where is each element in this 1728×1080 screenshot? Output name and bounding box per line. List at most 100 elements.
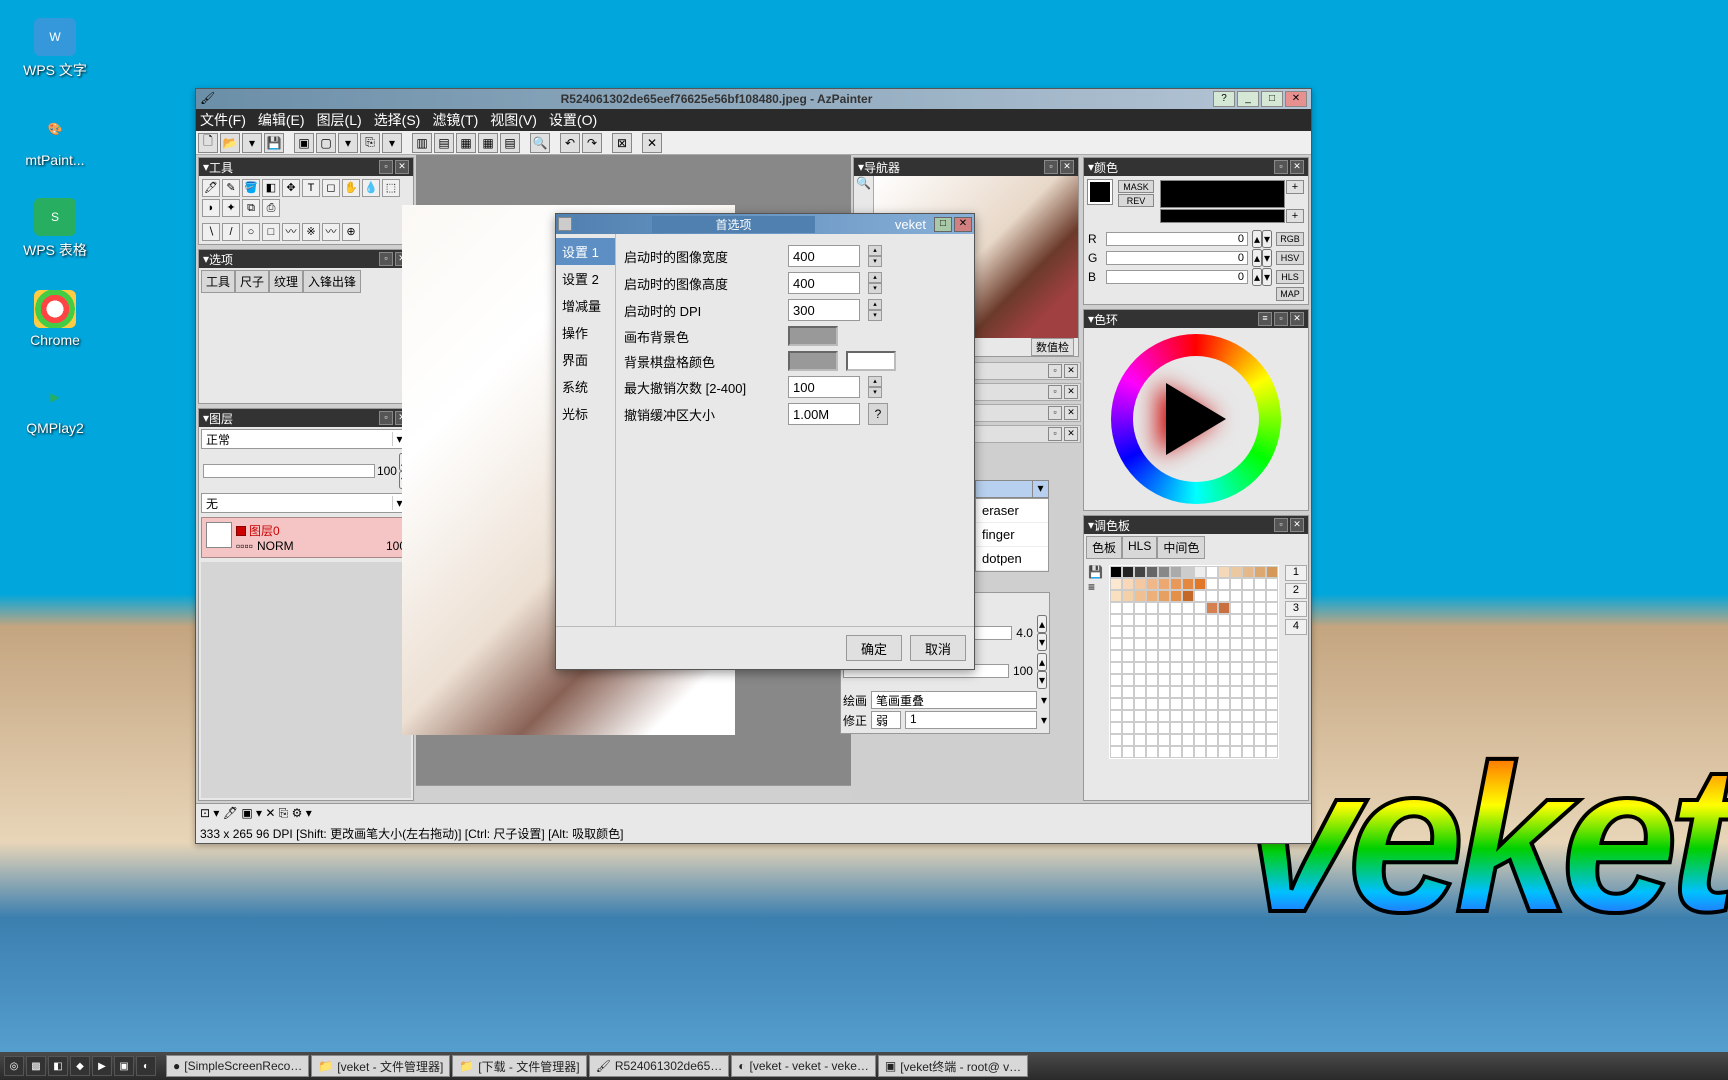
- undo-icon[interactable]: ↶: [560, 133, 580, 153]
- pref-tab-ui[interactable]: 界面: [556, 346, 615, 373]
- menu-view[interactable]: 视图(V): [490, 110, 537, 130]
- tray-chrome-icon[interactable]: ◐: [136, 1056, 156, 1076]
- panel-close[interactable]: ✕: [1064, 406, 1078, 420]
- tool-stamp[interactable]: ⎙: [262, 199, 280, 217]
- rgb-mode[interactable]: RGB: [1276, 232, 1304, 246]
- ok-button[interactable]: 确定: [846, 635, 902, 661]
- menu-file[interactable]: 文件(F): [200, 110, 246, 130]
- tool-pen[interactable]: ✎: [222, 179, 240, 197]
- panel-close[interactable]: ✕: [1064, 364, 1078, 378]
- dialog-titlebar[interactable]: 首选项 veket □ ✕: [556, 214, 974, 234]
- g-slider[interactable]: 0: [1106, 251, 1248, 265]
- panel-close[interactable]: ✕: [395, 160, 409, 174]
- scrollbar-h[interactable]: [416, 785, 851, 803]
- tool-move[interactable]: ✥: [282, 179, 300, 197]
- titlebar[interactable]: 🖌 R524061302de65eef76625e56bf108480.jpeg…: [196, 89, 1311, 109]
- palette-swatches[interactable]: [1109, 565, 1279, 759]
- task-azpainter[interactable]: 🖌R524061302de65…: [589, 1055, 730, 1077]
- panel-btn[interactable]: ▫: [379, 160, 393, 174]
- brush-finger[interactable]: finger: [976, 523, 1048, 547]
- grid-icon[interactable]: ▦: [478, 133, 498, 153]
- panel-btn[interactable]: ≡: [1258, 312, 1272, 326]
- input-undo[interactable]: [788, 376, 860, 398]
- mask-button[interactable]: MASK: [1118, 180, 1154, 193]
- input-height[interactable]: [788, 272, 860, 294]
- panel5-icon[interactable]: ▤: [500, 133, 520, 153]
- draw-mode-select[interactable]: 笔画重叠: [871, 691, 1037, 709]
- panel1-icon[interactable]: ▥: [412, 133, 432, 153]
- sv-triangle[interactable]: [1166, 383, 1226, 455]
- tool-wand[interactable]: ✦: [222, 199, 240, 217]
- tool-b-icon[interactable]: ▢: [316, 133, 336, 153]
- panel-close[interactable]: ✕: [1064, 427, 1078, 441]
- r-slider[interactable]: 0: [1106, 232, 1248, 246]
- tool-brush[interactable]: 🖊: [202, 179, 220, 197]
- spin-up[interactable]: ▴: [868, 245, 882, 256]
- tab-swatch[interactable]: 色板: [1086, 536, 1122, 559]
- tool-fill[interactable]: 🪣: [242, 179, 260, 197]
- panel-btn[interactable]: ▫: [1274, 518, 1288, 532]
- panel-close[interactable]: ✕: [1064, 385, 1078, 399]
- checker-color1-button[interactable]: [788, 351, 838, 371]
- zoom-icon[interactable]: 🔍: [530, 133, 550, 153]
- rev-button[interactable]: REV: [1118, 194, 1154, 207]
- cancel-icon[interactable]: ✕: [642, 133, 662, 153]
- layer-blend-mode[interactable]: 正常▾: [201, 429, 411, 449]
- b-slider[interactable]: 0: [1106, 270, 1248, 284]
- menu-layer[interactable]: 图层(L): [317, 110, 362, 130]
- pref-tab-cursor[interactable]: 光标: [556, 400, 615, 427]
- panel-close[interactable]: ✕: [1290, 518, 1304, 532]
- task-terminal[interactable]: ▣[veket终端 - root@ v…: [878, 1055, 1028, 1077]
- panel-btn[interactable]: ▫: [379, 252, 393, 266]
- layer-item-0[interactable]: 图层0 ▫▫▫▫NORM100: [201, 517, 411, 558]
- menu-select[interactable]: 选择(S): [374, 110, 421, 130]
- input-dpi[interactable]: [788, 299, 860, 321]
- tab-hls[interactable]: HLS: [1122, 536, 1157, 559]
- open-icon[interactable]: 📂: [220, 133, 240, 153]
- desktop-icon-wps-spreadsheet[interactable]: S WPS 表格: [18, 198, 92, 260]
- foreground-color-swatch[interactable]: [1088, 180, 1112, 204]
- save-icon[interactable]: 💾: [264, 133, 284, 153]
- task-screenrec[interactable]: ●[SimpleScreenReco…: [166, 1055, 309, 1077]
- dropdown2-icon[interactable]: ▾: [338, 133, 358, 153]
- panel2-icon[interactable]: ▤: [434, 133, 454, 153]
- tool-crop[interactable]: ⧉: [242, 199, 260, 217]
- save-palette-icon[interactable]: 💾: [1088, 565, 1103, 579]
- subtool-5[interactable]: 〰: [282, 223, 300, 241]
- panel-btn[interactable]: ▫: [1048, 427, 1062, 441]
- desktop-icon-mtpaint[interactable]: 🎨 mtPaint...: [18, 110, 92, 168]
- hls-mode[interactable]: HLS: [1276, 270, 1304, 284]
- redo-icon[interactable]: ↷: [582, 133, 602, 153]
- minimize-button[interactable]: _: [1237, 91, 1259, 107]
- subtool-3[interactable]: ○: [242, 223, 260, 241]
- task-filemgr1[interactable]: 📁[veket - 文件管理器]: [311, 1055, 450, 1077]
- spin-down[interactable]: ▾: [868, 256, 882, 267]
- panel-btn[interactable]: ▫: [379, 411, 393, 425]
- menu-filter[interactable]: 滤镜(T): [432, 110, 478, 130]
- fix-value-select[interactable]: 1: [905, 711, 1037, 729]
- brush-dropdown[interactable]: ▾: [975, 480, 1049, 498]
- panel3-icon[interactable]: ▦: [456, 133, 476, 153]
- tray-icon-3[interactable]: ◆: [70, 1056, 90, 1076]
- subtool-6[interactable]: ※: [302, 223, 320, 241]
- panel-btn[interactable]: ▫: [1274, 160, 1288, 174]
- panel-btn[interactable]: ▫: [1048, 385, 1062, 399]
- tab-ruler[interactable]: 尺子: [235, 270, 269, 293]
- dialog-close[interactable]: ✕: [954, 217, 972, 232]
- panel-close[interactable]: ✕: [1290, 160, 1304, 174]
- input-width[interactable]: [788, 245, 860, 267]
- checker-color2-button[interactable]: [846, 351, 896, 371]
- tab-mid[interactable]: 中间色: [1157, 536, 1205, 559]
- add-icon[interactable]: +: [1286, 209, 1304, 223]
- tool-text[interactable]: T: [302, 179, 320, 197]
- tray-icon-4[interactable]: ▶: [92, 1056, 112, 1076]
- tab-taper[interactable]: 入锋出锋: [303, 270, 361, 293]
- deselect-icon[interactable]: ⊠: [612, 133, 632, 153]
- subtool-8[interactable]: ⊕: [342, 223, 360, 241]
- brush-dotpen[interactable]: dotpen: [976, 547, 1048, 571]
- panel-btn[interactable]: ▫: [1274, 312, 1288, 326]
- palette-page-4[interactable]: 4: [1285, 619, 1307, 635]
- hsv-mode[interactable]: HSV: [1276, 251, 1304, 265]
- subtool-1[interactable]: ∖: [202, 223, 220, 241]
- menu-settings[interactable]: 设置(O): [549, 110, 597, 130]
